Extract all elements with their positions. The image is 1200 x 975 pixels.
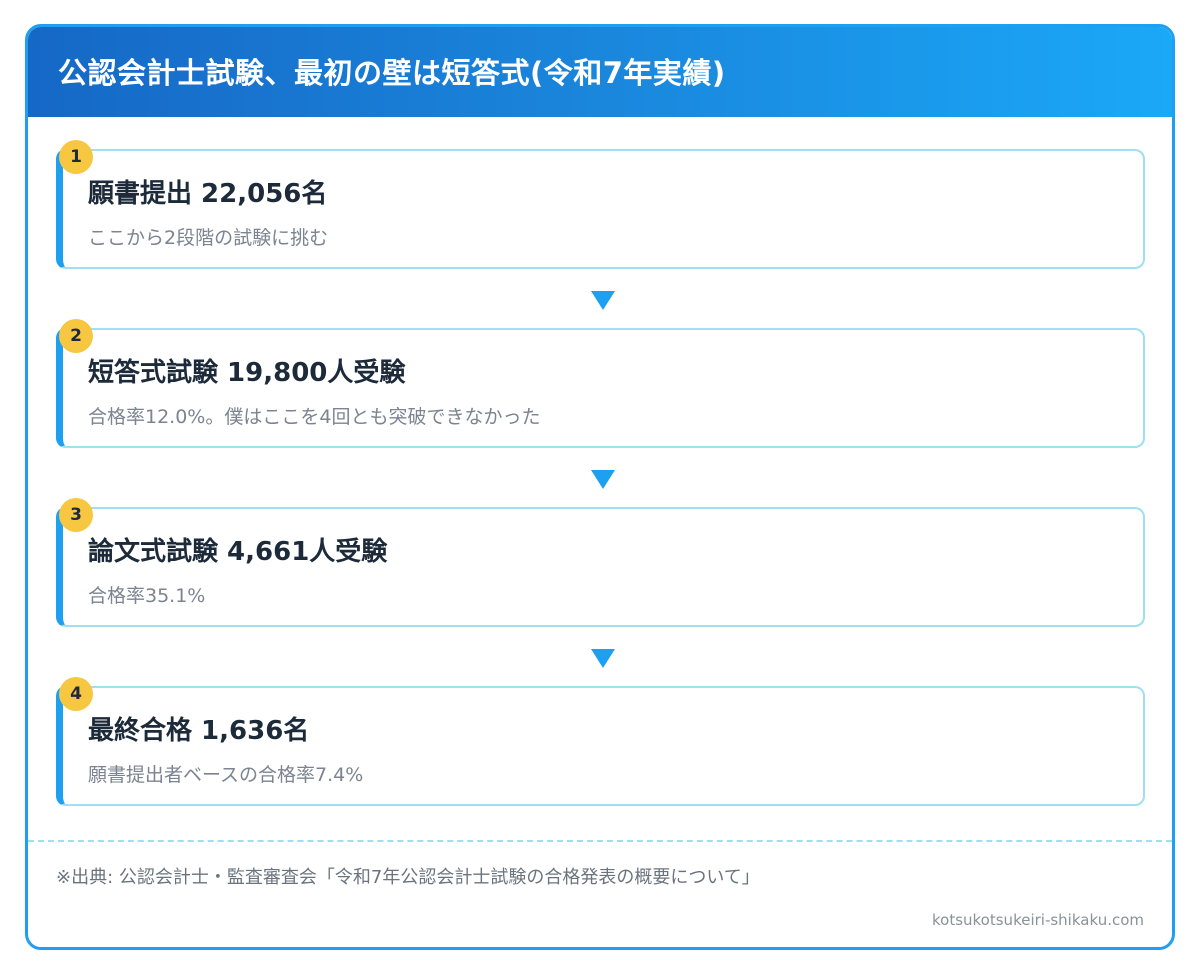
step-4-description: 願書提出者ベースの合格率7.4% (88, 764, 364, 786)
step-3-number-badge: 3 (59, 498, 93, 532)
down-arrow-icon (591, 291, 615, 310)
step-4-title: 最終合格 1,636名 (88, 716, 310, 746)
step-3-title: 論文式試験 4,661人受験 (88, 537, 388, 567)
step-2-description: 合格率12.0%。僕はここを4回とも突破できなかった (88, 406, 541, 428)
step-4-box: 最終合格 1,636名 願書提出者ベースの合格率7.4% (56, 686, 1145, 806)
header-banner: 公認会計士試験、最初の壁は短答式(令和7年実績) (28, 27, 1172, 117)
step-1-number-badge: 1 (59, 140, 93, 174)
flow-card: 公認会計士試験、最初の壁は短答式(令和7年実績) 1 願書提出 22,056名 … (25, 24, 1175, 950)
down-arrow-icon (591, 470, 615, 489)
step-4-number-badge: 4 (59, 677, 93, 711)
down-arrow-icon (591, 649, 615, 668)
page-title: 公認会計士試験、最初の壁は短答式(令和7年実績) (58, 56, 726, 90)
step-3-description: 合格率35.1% (88, 585, 206, 607)
step-2-box: 短答式試験 19,800人受験 合格率12.0%。僕はここを4回とも突破できなか… (56, 328, 1145, 448)
step-1-description: ここから2段階の試験に挑む (88, 227, 329, 249)
step-2-number-badge: 2 (59, 319, 93, 353)
footer-divider (28, 840, 1172, 842)
step-1-box: 願書提出 22,056名 ここから2段階の試験に挑む (56, 149, 1145, 269)
step-1-title: 願書提出 22,056名 (88, 179, 328, 209)
site-domain: kotsukotsukeiri-shikaku.com (932, 911, 1144, 929)
source-citation: ※出典: 公認会計士・監査審査会「令和7年公認会計士試験の合格発表の概要について… (56, 867, 760, 888)
step-2-title: 短答式試験 19,800人受験 (88, 358, 406, 388)
step-3-box: 論文式試験 4,661人受験 合格率35.1% (56, 507, 1145, 627)
